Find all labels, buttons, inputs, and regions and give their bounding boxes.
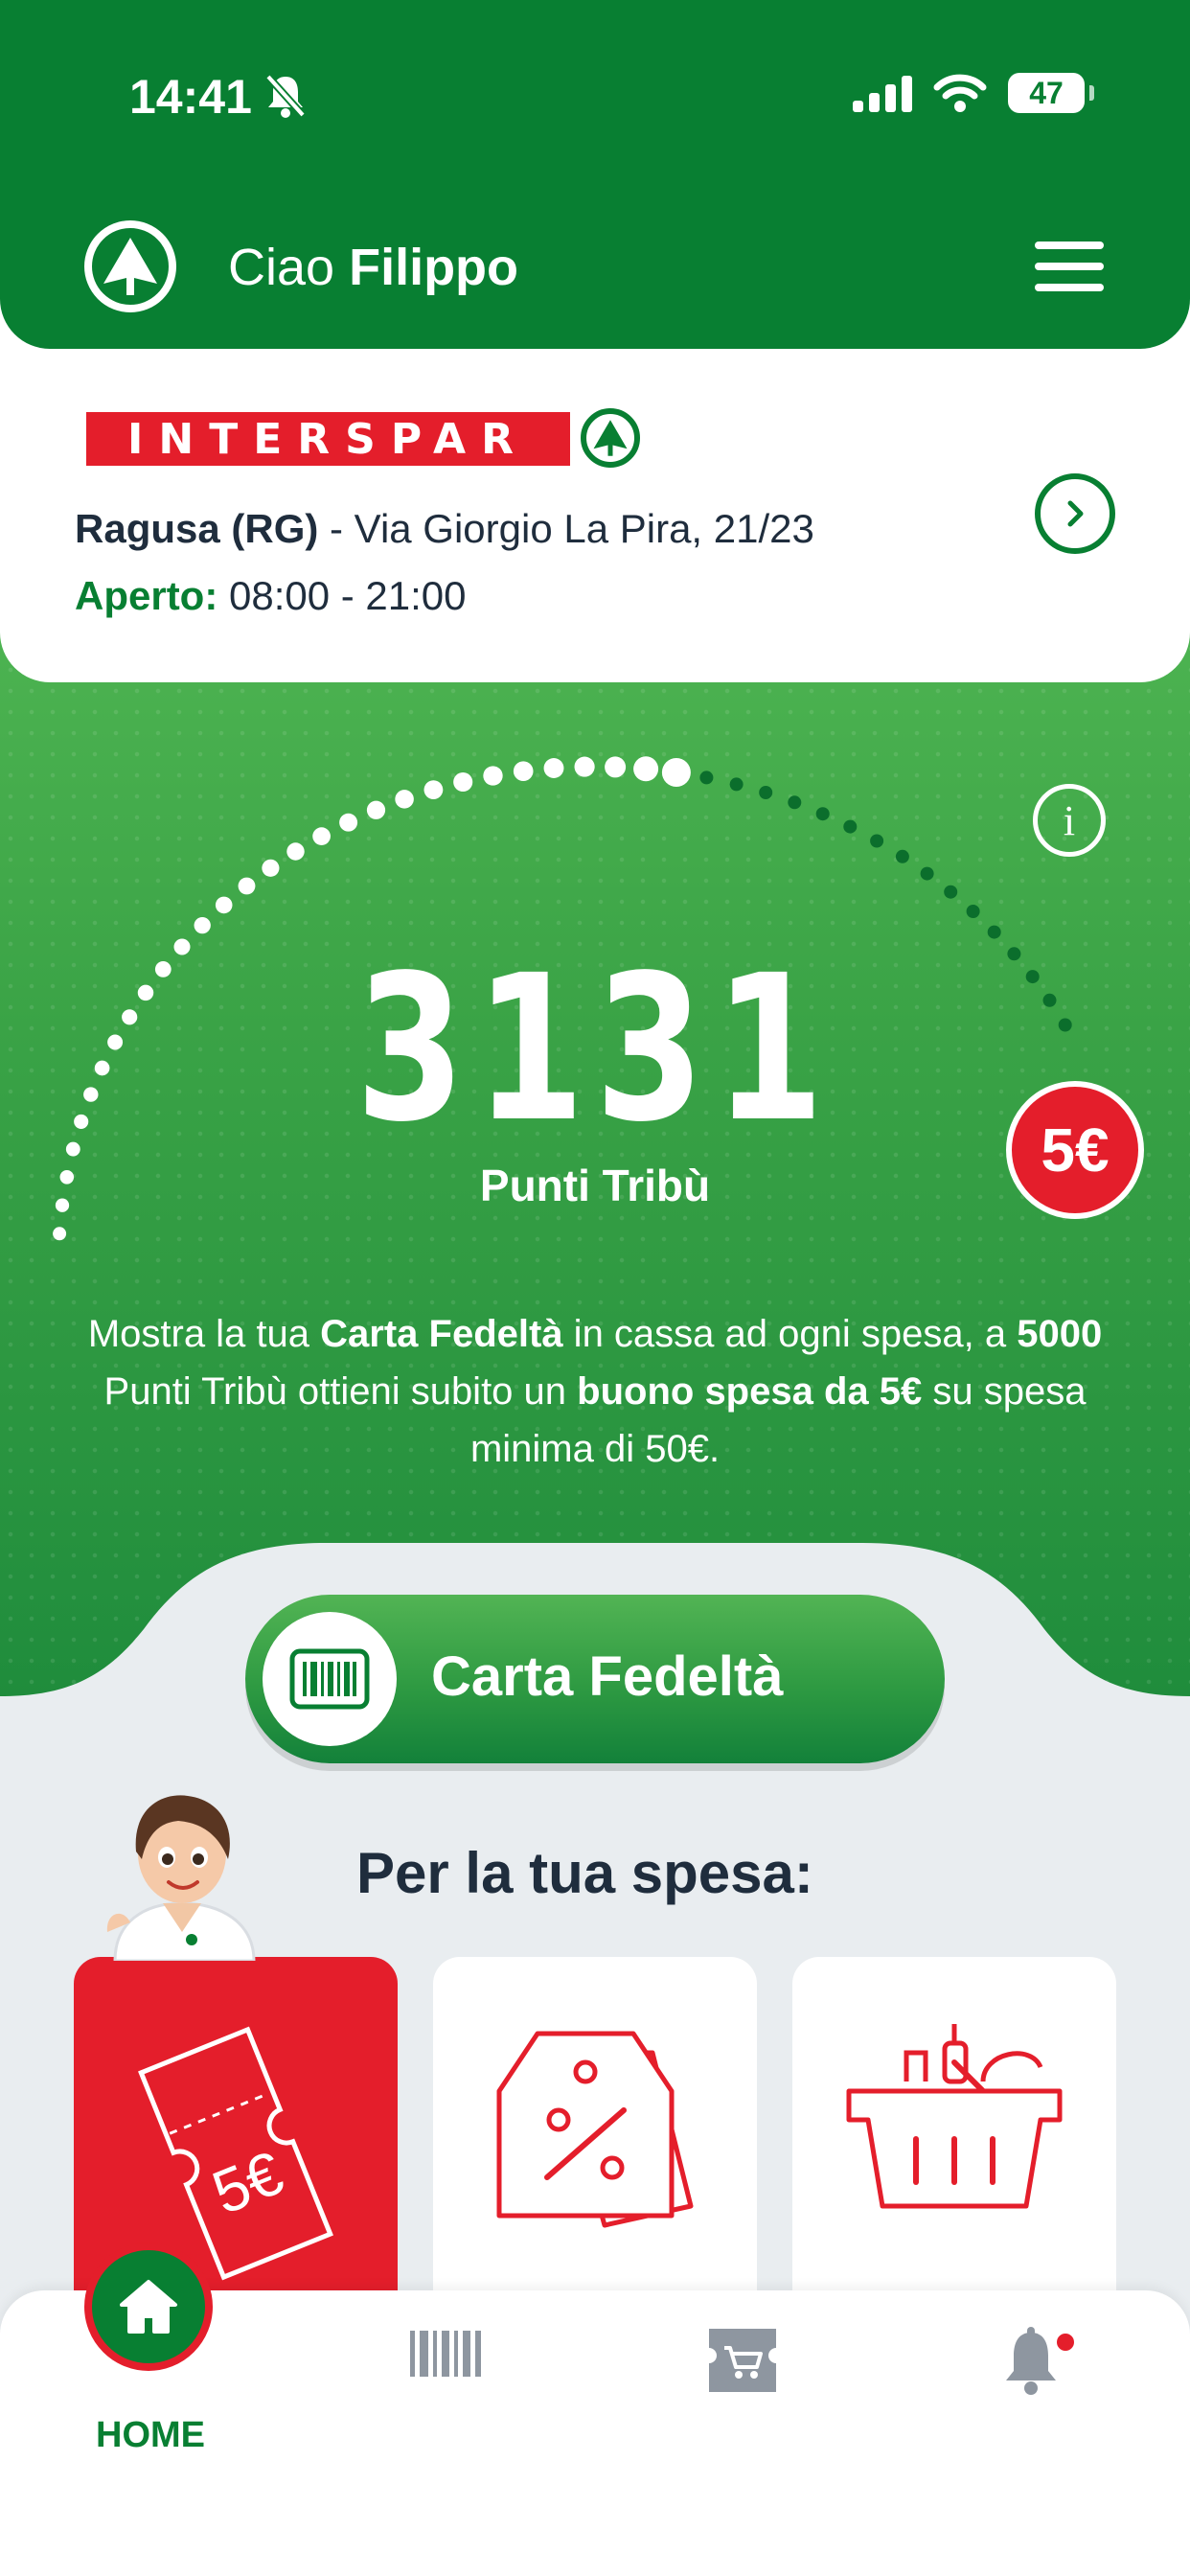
progress-dot-filled bbox=[543, 758, 564, 778]
progress-dot-filled bbox=[94, 1060, 110, 1076]
promo-text-part: Mostra la tua bbox=[87, 1313, 321, 1355]
progress-dot-filled bbox=[53, 1227, 67, 1241]
spar-tree-icon bbox=[581, 408, 640, 468]
info-icon[interactable]: i bbox=[1033, 784, 1106, 857]
progress-dot-filled bbox=[483, 766, 503, 786]
progress-dot-empty bbox=[699, 770, 714, 785]
progress-dot-empty bbox=[944, 885, 958, 899]
progress-dot-filled bbox=[395, 790, 414, 809]
progress-dot-empty bbox=[788, 795, 802, 810]
notification-dot bbox=[1054, 2331, 1077, 2354]
promo-text: Mostra la tua Carta Fedeltà in cassa ad … bbox=[57, 1305, 1133, 1478]
section-title: Per la tua spesa: bbox=[356, 1841, 813, 1905]
hamburger-icon-line bbox=[1035, 284, 1104, 291]
progress-dot-filled bbox=[83, 1087, 99, 1102]
store-street: - Via Giorgio La Pira, 21/23 bbox=[318, 506, 814, 551]
progress-dot-filled bbox=[312, 827, 331, 845]
battery-indicator: 47 bbox=[1008, 73, 1094, 113]
progress-dot-empty bbox=[843, 819, 858, 834]
progress-dot-empty bbox=[987, 925, 1001, 939]
hamburger-icon-line bbox=[1035, 263, 1104, 270]
progress-dot-filled bbox=[215, 896, 233, 914]
bell-icon[interactable] bbox=[1002, 2327, 1060, 2396]
progress-dot-empty bbox=[895, 849, 909, 863]
reward-badge: 5€ bbox=[1006, 1081, 1144, 1219]
progress-dot-filled bbox=[286, 842, 305, 861]
progress-dot-empty bbox=[870, 834, 884, 848]
wifi-icon bbox=[933, 74, 987, 112]
progress-dot-filled bbox=[74, 1114, 89, 1129]
bell-muted-icon bbox=[265, 74, 306, 118]
progress-dot-filled bbox=[423, 780, 444, 799]
progress-dot-filled bbox=[661, 758, 691, 787]
signal-icon bbox=[853, 76, 912, 112]
loyalty-card-button[interactable]: Carta Fedeltà bbox=[245, 1595, 945, 1763]
progress-dot-filled bbox=[107, 1034, 124, 1050]
app-header: 14:41 47 Ciao Filippo bbox=[0, 0, 1190, 349]
barcode-icon[interactable] bbox=[410, 2331, 481, 2377]
promo-text-part: in cassa ad ogni spesa, a bbox=[562, 1313, 1018, 1355]
promo-text-bold: Carta Fedeltà bbox=[320, 1313, 563, 1355]
progress-dot-filled bbox=[194, 916, 211, 934]
progress-dot-empty bbox=[729, 777, 744, 792]
cart-icon[interactable] bbox=[703, 2329, 782, 2392]
progress-dot-filled bbox=[366, 800, 386, 819]
progress-dot-filled bbox=[238, 877, 256, 895]
progress-dot-filled bbox=[339, 813, 358, 832]
store-brand-logo: INTERSPAR bbox=[86, 412, 570, 466]
mascot-illustration bbox=[106, 1795, 256, 1961]
discount-tags-icon bbox=[496, 2031, 694, 2228]
user-name: Filippo bbox=[349, 239, 519, 296]
loyalty-card-label: Carta Fedeltà bbox=[431, 1645, 784, 1708]
store-city: Ragusa (RG) bbox=[75, 506, 319, 551]
nav-home-button[interactable] bbox=[84, 2242, 213, 2371]
spar-logo-icon bbox=[84, 220, 176, 312]
status-time: 14:41 bbox=[129, 70, 252, 124]
menu-button[interactable] bbox=[1035, 242, 1104, 291]
progress-dot-filled bbox=[513, 761, 534, 782]
progress-dot-filled bbox=[633, 756, 659, 782]
progress-dot-filled bbox=[605, 756, 627, 778]
greeting-prefix: Ciao bbox=[228, 239, 335, 296]
home-icon bbox=[120, 2280, 177, 2334]
status-icons: 47 bbox=[853, 73, 1094, 113]
chevron-right-icon[interactable] bbox=[1035, 473, 1115, 554]
points-value: 3131 bbox=[355, 932, 835, 1166]
progress-dot-filled bbox=[262, 859, 280, 877]
promo-text-bold: 5000 bbox=[1017, 1313, 1103, 1355]
progress-dot-filled bbox=[453, 771, 473, 793]
barcode-card-icon bbox=[263, 1612, 397, 1746]
hamburger-icon-line bbox=[1035, 242, 1104, 249]
progress-dot-empty bbox=[920, 866, 934, 881]
progress-dot-empty bbox=[966, 905, 980, 918]
progress-dot-empty bbox=[1058, 1018, 1072, 1032]
progress-dot-filled bbox=[574, 756, 595, 777]
progress-dot-empty bbox=[759, 786, 773, 799]
greeting: Ciao Filippo bbox=[228, 238, 518, 297]
nav-home-label: HOME bbox=[96, 2415, 205, 2455]
promo-text-bold: buono spesa da 5€ bbox=[577, 1370, 923, 1413]
store-address: Ragusa (RG) - Via Giorgio La Pira, 21/23 bbox=[75, 506, 814, 552]
shopping-basket-icon bbox=[846, 2024, 1063, 2209]
progress-dot-filled bbox=[65, 1141, 80, 1157]
progress-dot-empty bbox=[815, 807, 830, 821]
promo-text-part: Punti Tribù ottieni subito un bbox=[103, 1370, 578, 1413]
voucher-value: 5€ bbox=[203, 2138, 292, 2227]
